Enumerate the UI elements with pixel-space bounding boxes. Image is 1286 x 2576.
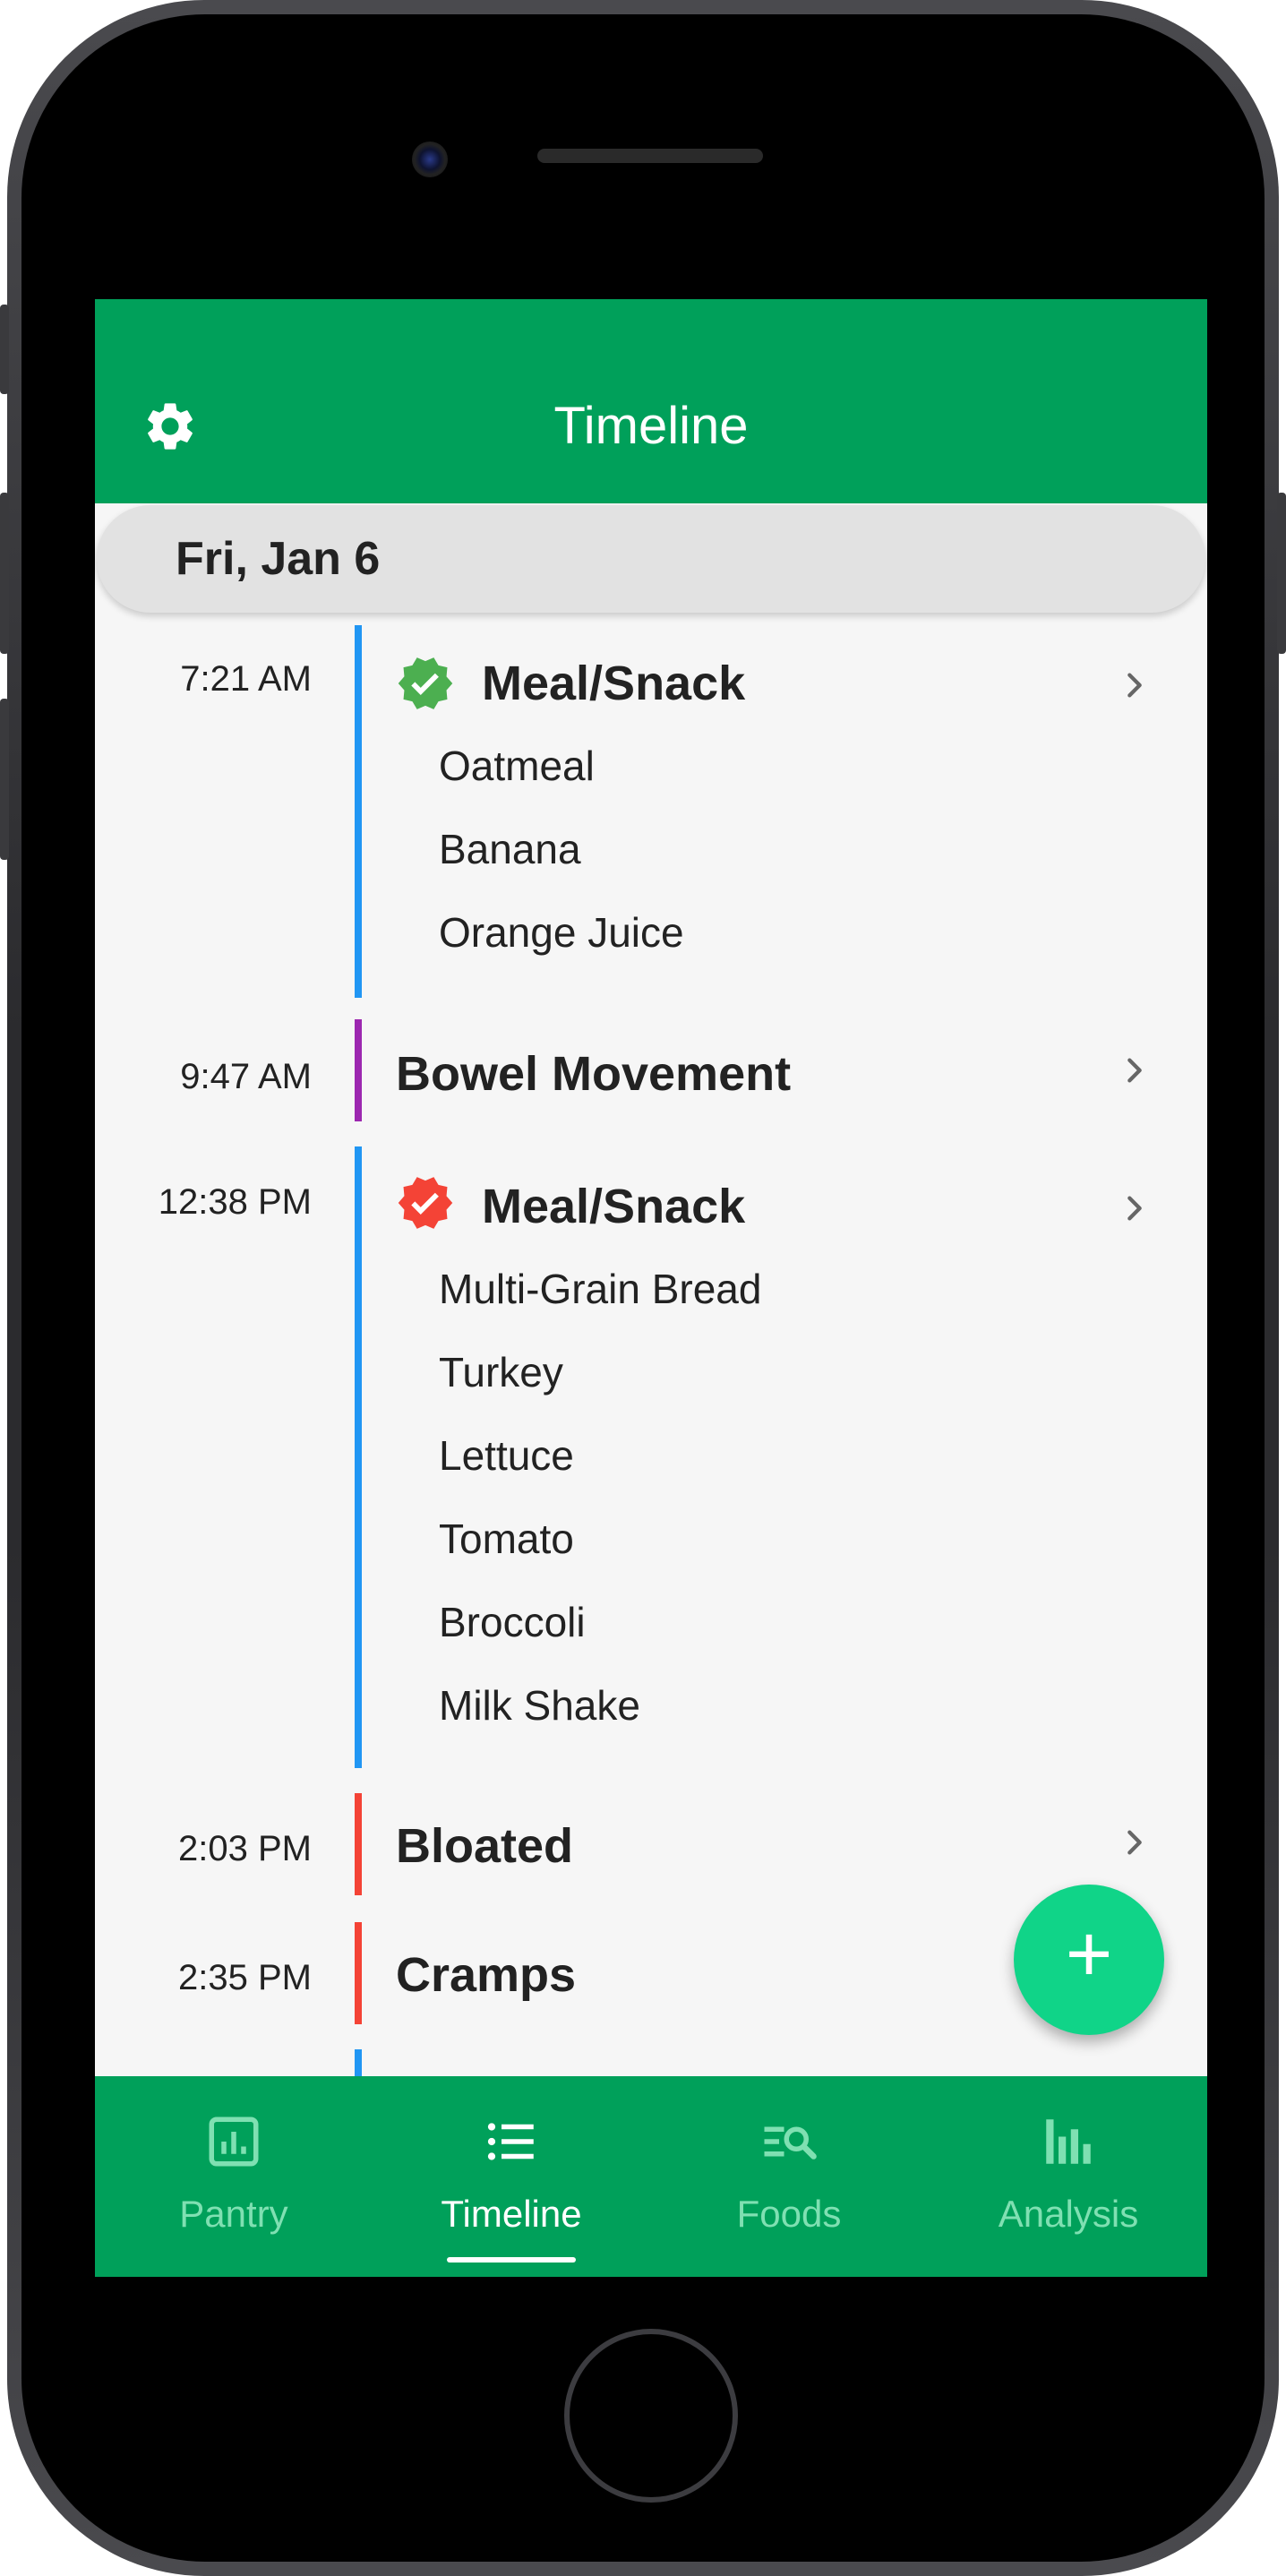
- chevron-right-icon[interactable]: [1119, 1827, 1150, 1858]
- chevron-right-icon[interactable]: [1119, 1193, 1150, 1224]
- food-item: Multi-Grain Bread: [439, 1266, 762, 1312]
- entry-color-bar: [355, 625, 362, 998]
- entry-color-bar: [355, 1793, 362, 1895]
- entry-time: 2:03 PM: [178, 1829, 312, 1868]
- entry-time: 9:47 AM: [180, 1057, 312, 1096]
- check-badge-icon: [398, 657, 453, 709]
- entry-title: Bowel Movement: [396, 1047, 792, 1101]
- date-header: Fri, Jan 6: [97, 505, 1205, 613]
- entry-time: 12:38 PM: [158, 1182, 312, 1222]
- food-item: Orange Juice: [439, 909, 684, 956]
- phone-frame: Timeline Fri, Jan 6 7:21 AM Meal/Snack O…: [0, 0, 1286, 2576]
- tab-timeline[interactable]: Timeline: [373, 2076, 650, 2277]
- entry-title: Meal/Snack: [482, 657, 746, 710]
- plus-icon: +: [1065, 1910, 1113, 1999]
- food-item: Oatmeal: [439, 743, 595, 789]
- entry-color-bar: [355, 1922, 362, 2024]
- search-list-icon: [764, 2126, 817, 2160]
- food-item: Milk Shake: [439, 1682, 640, 1729]
- volume-up-button: [0, 493, 9, 654]
- check-badge-icon: [398, 1177, 453, 1229]
- tab-label: Analysis: [998, 2193, 1139, 2235]
- front-camera: [412, 142, 448, 177]
- entry-color-bar: [355, 1146, 362, 1768]
- chevron-right-icon[interactable]: [1119, 1055, 1150, 1086]
- power-button: [1277, 493, 1286, 654]
- add-entry-button[interactable]: +: [1014, 1885, 1164, 2035]
- app-screen: Timeline Fri, Jan 6 7:21 AM Meal/Snack O…: [95, 299, 1207, 2277]
- earpiece-speaker: [537, 149, 763, 163]
- entry-title: Meal/Snack: [482, 1180, 746, 1233]
- tab-pantry[interactable]: Pantry: [95, 2076, 373, 2277]
- tab-label: Timeline: [441, 2193, 582, 2235]
- home-button[interactable]: [564, 2329, 738, 2503]
- tab-foods[interactable]: Foods: [650, 2076, 928, 2277]
- app-bar: Timeline: [95, 299, 1207, 503]
- food-item: Turkey: [439, 1349, 563, 1395]
- list-icon: [487, 2123, 534, 2160]
- food-item: Banana: [439, 826, 581, 872]
- chart-box-icon: [209, 2117, 259, 2167]
- entry-time: 7:21 AM: [180, 659, 312, 699]
- food-item: Lettuce: [439, 1432, 574, 1479]
- food-item: Broccoli: [439, 1599, 586, 1645]
- bar-chart-icon: [1046, 2119, 1091, 2164]
- tab-label: Pantry: [179, 2193, 288, 2235]
- entry-title: Bloated: [396, 1819, 574, 1873]
- volume-down-button: [0, 699, 9, 860]
- food-item: Tomato: [439, 1516, 574, 1562]
- date-label: Fri, Jan 6: [176, 533, 381, 585]
- active-tab-indicator: [447, 2257, 576, 2263]
- entry-title: Cramps: [396, 1948, 577, 2002]
- page-title: Timeline: [553, 397, 749, 455]
- bottom-nav: Pantry Timeline Foods Analysis: [95, 2076, 1207, 2277]
- tab-label: Foods: [736, 2193, 842, 2235]
- entry-color-bar: [355, 1019, 362, 1121]
- mute-switch: [0, 305, 9, 394]
- tab-analysis[interactable]: Analysis: [930, 2076, 1207, 2277]
- chevron-right-icon[interactable]: [1119, 670, 1150, 700]
- entry-time: 2:35 PM: [178, 1958, 312, 1997]
